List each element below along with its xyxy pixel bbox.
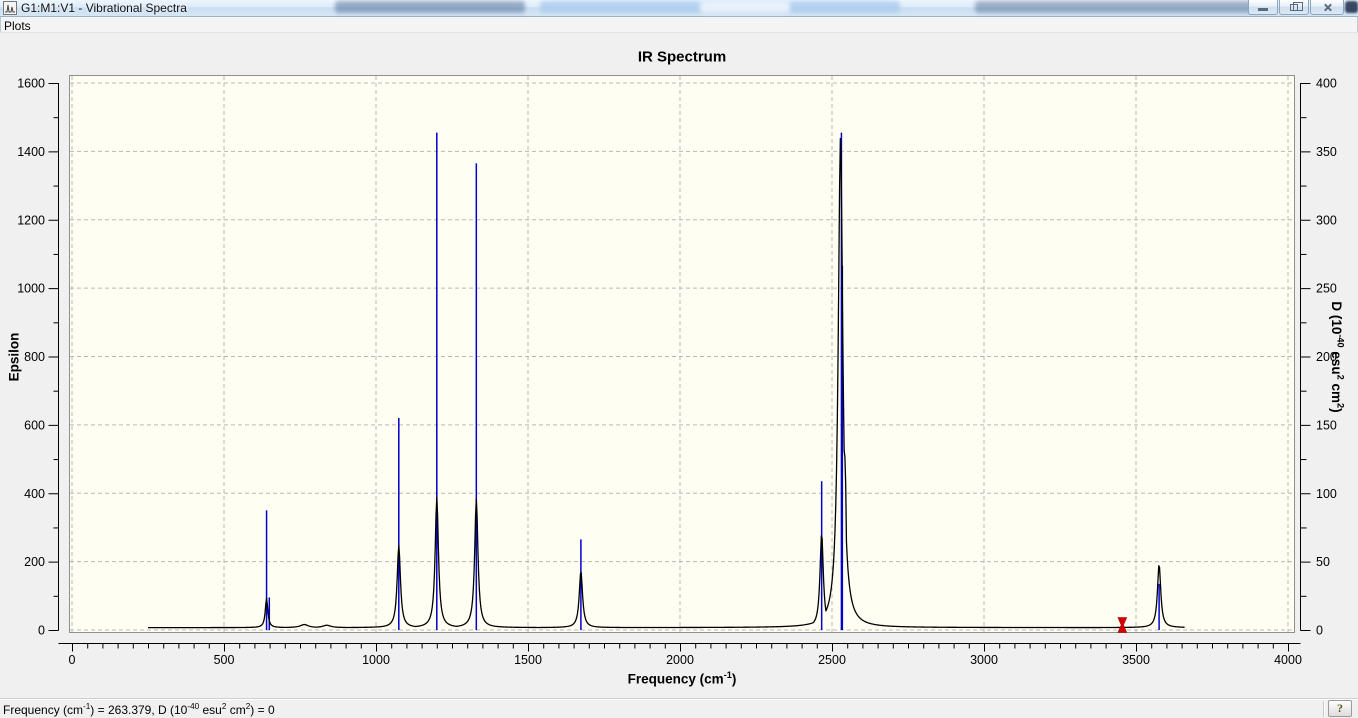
y-right-tick-label: 100 bbox=[1316, 487, 1337, 501]
background-window-artifact bbox=[975, 1, 1275, 13]
y-left-tick-label: 1400 bbox=[17, 145, 45, 159]
close-button[interactable] bbox=[1310, 0, 1344, 15]
chart-region: IR Spectrum Epsilon D (10-40 esu2 cm2) F… bbox=[0, 33, 1358, 698]
plot-background[interactable] bbox=[70, 76, 1294, 632]
x-tick-label: 500 bbox=[214, 653, 235, 667]
status-bar: Frequency (cm-1) = 263.379, D (10-40 esu… bbox=[0, 698, 1358, 718]
app-icon bbox=[3, 1, 17, 15]
y-right-tick-label: 0 bbox=[1316, 624, 1323, 638]
x-tick-label: 3000 bbox=[970, 653, 998, 667]
y-left-tick-label: 600 bbox=[24, 418, 45, 432]
minimize-icon bbox=[1258, 7, 1268, 11]
y-left-tick-label: 400 bbox=[24, 487, 45, 501]
chart-title: IR Spectrum bbox=[637, 48, 727, 66]
y-right-tick-label: 50 bbox=[1316, 555, 1330, 569]
y-right-tick-label: 250 bbox=[1316, 282, 1337, 296]
y-left-tick-label: 800 bbox=[24, 350, 45, 364]
y-left-tick-label: 1000 bbox=[17, 282, 45, 296]
restore-icon bbox=[1290, 1, 1303, 11]
y-right-tick-label: 150 bbox=[1316, 418, 1337, 432]
window-title: G1:M1:V1 - Vibrational Spectra bbox=[21, 1, 187, 15]
title-bar[interactable]: G1:M1:V1 - Vibrational Spectra bbox=[0, 0, 1358, 17]
help-button[interactable]: ? bbox=[1328, 700, 1352, 717]
background-window-artifact bbox=[700, 1, 790, 13]
y-right-tick-label: 350 bbox=[1316, 145, 1337, 159]
x-axis-title: Frequency (cm-1) bbox=[627, 669, 737, 687]
x-tick-label: 1500 bbox=[514, 653, 542, 667]
y-left-tick-label: 1200 bbox=[17, 213, 45, 227]
x-tick-label: 2500 bbox=[818, 653, 846, 667]
x-tick-label: 4000 bbox=[1274, 653, 1302, 667]
menu-item-plots[interactable]: Plots bbox=[0, 18, 37, 33]
close-icon bbox=[1323, 3, 1332, 12]
x-tick-label: 3500 bbox=[1122, 653, 1150, 667]
status-readout: Frequency (cm-1) = 263.379, D (10-40 esu… bbox=[3, 702, 275, 717]
y-right-tick-label: 400 bbox=[1316, 77, 1337, 91]
menu-bar: Plots bbox=[0, 17, 1358, 33]
y-right-tick-label: 300 bbox=[1316, 213, 1337, 227]
y-left-tick-label: 200 bbox=[24, 555, 45, 569]
y-right-axis-title: D (10-40 esu2 cm2) bbox=[1328, 301, 1346, 413]
minimize-button[interactable] bbox=[1248, 0, 1278, 15]
window-controls bbox=[1248, 0, 1344, 15]
restore-button[interactable] bbox=[1279, 0, 1309, 15]
spectrum-plot[interactable]: 0 200 400 600 800 1000 1200 1400 1600 0 50 100 150 20… bbox=[0, 33, 1358, 698]
vibrational-spectra-window: G1:M1:V1 - Vibrational Spectra Plots IR … bbox=[0, 0, 1358, 718]
y-left-tick-label: 0 bbox=[38, 624, 45, 638]
y-left-tick-label: 1600 bbox=[17, 77, 45, 91]
status-separator bbox=[1323, 701, 1325, 717]
x-tick-label: 1000 bbox=[362, 653, 390, 667]
x-tick-label: 2000 bbox=[666, 653, 694, 667]
background-window-artifact bbox=[1345, 1, 1358, 13]
background-window-artifact bbox=[335, 1, 525, 13]
y-left-axis-title: Epsilon bbox=[6, 332, 22, 382]
x-tick-label: 0 bbox=[69, 653, 76, 667]
